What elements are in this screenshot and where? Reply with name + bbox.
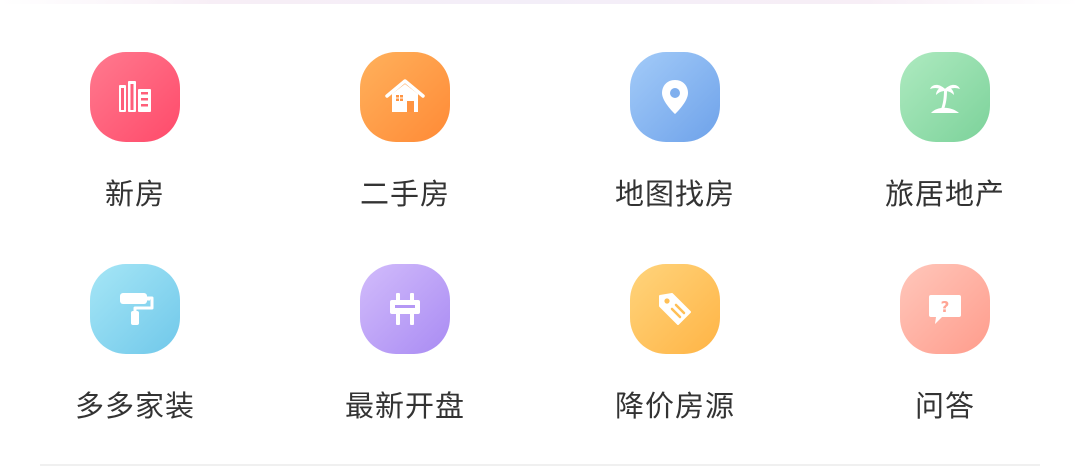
nav-item-label: 多多家装: [74, 389, 195, 423]
nav-item-label: 问答: [914, 389, 975, 423]
quick-nav-grid: 新房 二手房 地图找房 旅居地产 多多家装 最新开盘 降价房源 ? 问答: [0, 0, 1080, 476]
price-tag-icon: [630, 264, 720, 354]
building-icon: [90, 52, 180, 142]
nav-item-new-opening[interactable]: 最新开盘: [270, 212, 540, 423]
signboard-icon: [360, 264, 450, 354]
nav-item-map-search[interactable]: 地图找房: [540, 0, 810, 211]
nav-item-new-house[interactable]: 新房: [0, 0, 270, 211]
nav-item-travel-realty[interactable]: 旅居地产: [810, 0, 1080, 211]
palm-tree-icon: [900, 52, 990, 142]
nav-item-label: 二手房: [359, 177, 450, 211]
nav-item-home-decor[interactable]: 多多家装: [0, 212, 270, 423]
nav-item-label: 最新开盘: [344, 389, 465, 423]
map-pin-icon: [630, 52, 720, 142]
svg-text:?: ?: [941, 298, 950, 316]
house-icon: [360, 52, 450, 142]
nav-item-label: 旅居地产: [884, 177, 1005, 211]
nav-item-label: 新房: [104, 177, 165, 211]
nav-item-label: 地图找房: [614, 177, 735, 211]
question-bubble-icon: ?: [900, 264, 990, 354]
paint-roller-icon: [90, 264, 180, 354]
nav-item-label: 降价房源: [614, 389, 735, 423]
nav-item-qa[interactable]: ? 问答: [810, 212, 1080, 423]
bottom-divider: [40, 464, 1040, 466]
nav-item-price-drop[interactable]: 降价房源: [540, 212, 810, 423]
nav-item-second-hand-house[interactable]: 二手房: [270, 0, 540, 211]
